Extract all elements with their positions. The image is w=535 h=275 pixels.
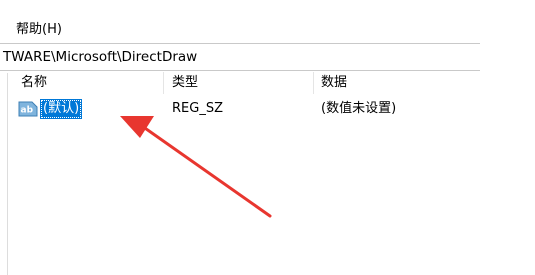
svg-text:ab: ab <box>21 106 34 116</box>
values-list-header: 名称 类型 数据 <box>8 72 480 94</box>
red-arrow-annotation <box>120 116 272 218</box>
registry-editor-window: 帮助(H) TWARE\Microsoft\DirectDraw 名称 类型 数… <box>0 0 535 275</box>
address-path[interactable]: TWARE\Microsoft\DirectDraw <box>3 49 197 65</box>
menu-bar: 帮助(H) <box>0 0 535 40</box>
table-row[interactable]: ab (默认) REG_SZ (数值未设置) <box>8 97 480 121</box>
column-header-type[interactable]: 类型 <box>164 72 314 94</box>
ab-string-value-icon: ab <box>18 101 39 117</box>
column-header-name[interactable]: 名称 <box>8 72 164 94</box>
value-name-selected[interactable]: (默认) <box>40 99 83 119</box>
value-name-cell[interactable]: ab (默认) <box>18 97 164 121</box>
column-header-data[interactable]: 数据 <box>314 72 480 94</box>
value-type-cell: REG_SZ <box>172 101 223 116</box>
address-bar[interactable]: TWARE\Microsoft\DirectDraw <box>0 43 480 71</box>
menu-item-help[interactable]: 帮助(H) <box>16 22 62 38</box>
value-data-cell: (数值未设置) <box>321 101 397 116</box>
